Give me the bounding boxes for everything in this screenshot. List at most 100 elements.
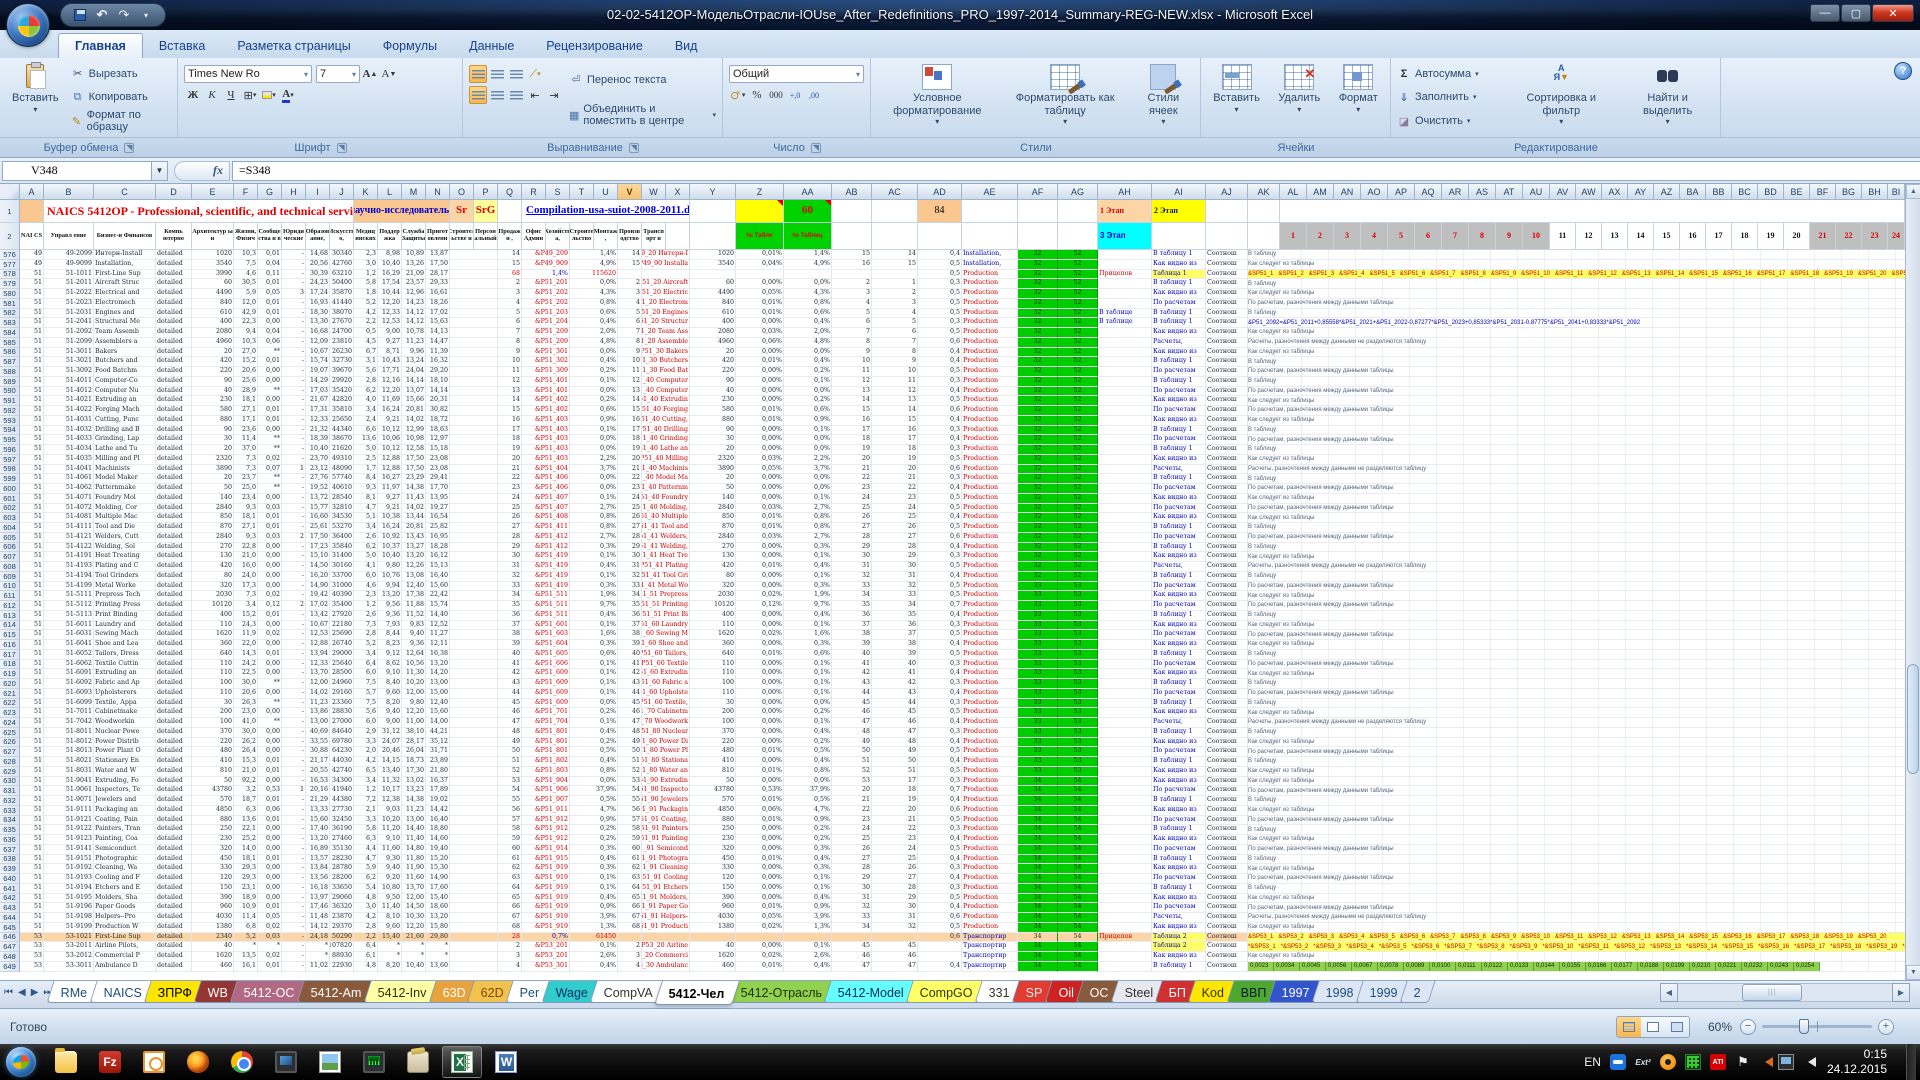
row-header-591[interactable]: 591 — [0, 396, 20, 406]
underline-button[interactable]: Ч — [222, 86, 240, 104]
shrink-font-button[interactable]: A▼ — [380, 65, 398, 83]
col-header-AJ[interactable]: AJ — [1206, 184, 1248, 200]
row-header-641[interactable]: 641 — [0, 884, 20, 894]
vertical-scroll-thumb[interactable] — [1907, 664, 1919, 774]
zoom-level[interactable]: 60% — [1698, 1020, 1732, 1034]
insert-cells-button[interactable]: Вставить▾ — [1207, 62, 1266, 133]
row-header-590[interactable]: 590 — [0, 387, 20, 397]
font-color-button[interactable]: А▾ — [279, 86, 297, 104]
sort-filter-button[interactable]: АЯ▼ Сортировка и фильтр▾ — [1507, 62, 1615, 133]
ribbon-tab-Рецензирование[interactable]: Рецензирование — [530, 34, 659, 58]
row-header-1[interactable]: 1 — [0, 200, 20, 223]
row-header-643[interactable]: 643 — [0, 903, 20, 913]
col-header-M[interactable]: M — [402, 184, 426, 200]
row-header-597[interactable]: 597 — [0, 455, 20, 465]
select-all-corner[interactable] — [0, 184, 20, 200]
row-header-587[interactable]: 587 — [0, 357, 20, 367]
increase-decimal-button[interactable]: +,0 — [786, 86, 804, 104]
taskbar-chrome-icon[interactable] — [222, 1046, 262, 1078]
row-header-578[interactable]: 578 — [0, 270, 20, 280]
col-header-BE[interactable]: BE — [1784, 184, 1810, 200]
row-header-644[interactable]: 644 — [0, 913, 20, 923]
col-header-AM[interactable]: AM — [1307, 184, 1334, 200]
row-header-588[interactable]: 588 — [0, 367, 20, 377]
dialog-launcher-icon[interactable]: ◥ — [811, 143, 821, 153]
col-header-AP[interactable]: AP — [1388, 184, 1415, 200]
help-button[interactable]: ? — [1894, 62, 1912, 80]
sheet-tab-5412-Чел[interactable]: 5412-Чел — [654, 981, 739, 1005]
col-header-AR[interactable]: AR — [1442, 184, 1469, 200]
taskbar-filezilla-icon[interactable]: Fz — [90, 1046, 130, 1078]
dialog-launcher-icon[interactable]: ◥ — [337, 143, 347, 153]
row-header-599[interactable]: 599 — [0, 474, 20, 484]
row-header-596[interactable]: 596 — [0, 445, 20, 455]
ribbon-tab-Вид[interactable]: Вид — [659, 34, 714, 58]
col-header-AL[interactable]: AL — [1280, 184, 1307, 200]
decrease-indent-button[interactable]: ⇤ — [526, 86, 544, 104]
sheet-tab-5412-Отрасль[interactable]: 5412-Отрасль — [726, 981, 837, 1003]
row-header-602[interactable]: 602 — [0, 504, 20, 514]
ext2-icon[interactable]: Ext² — [1635, 1054, 1651, 1070]
align-center-button[interactable] — [488, 86, 506, 104]
increase-indent-button[interactable]: ⇥ — [545, 86, 563, 104]
col-header-AE[interactable]: AE — [962, 184, 1018, 200]
align-bottom-button[interactable] — [507, 65, 525, 83]
zoom-slider-thumb[interactable] — [1799, 1019, 1809, 1034]
col-header-BF[interactable]: BF — [1810, 184, 1836, 200]
dialog-launcher-icon[interactable]: ◥ — [124, 143, 134, 153]
page-layout-view-button[interactable] — [1641, 1017, 1665, 1037]
col-header-Y[interactable]: Y — [690, 184, 736, 200]
accounting-format-button[interactable]: 🜚▾ — [729, 86, 747, 104]
row-header-616[interactable]: 616 — [0, 640, 20, 650]
row-header-646[interactable]: 646 — [0, 933, 20, 943]
volume-icon[interactable] — [1803, 1057, 1816, 1067]
show-desktop-button[interactable] — [1906, 1044, 1916, 1080]
comodo-icon[interactable] — [1660, 1054, 1676, 1070]
orientation-button[interactable]: ⟋▾ — [526, 65, 544, 83]
row-header-648[interactable]: 648 — [0, 952, 20, 962]
col-header-AW[interactable]: AW — [1576, 184, 1602, 200]
row-header-613[interactable]: 613 — [0, 611, 20, 621]
row-header-626[interactable]: 626 — [0, 738, 20, 748]
col-header-AV[interactable]: AV — [1550, 184, 1576, 200]
format-cells-button[interactable]: Формат▾ — [1333, 62, 1384, 133]
col-header-AG[interactable]: AG — [1058, 184, 1098, 200]
row-header-647[interactable]: 647 — [0, 942, 20, 952]
row-header-580[interactable]: 580 — [0, 289, 20, 299]
row-header-631[interactable]: 631 — [0, 786, 20, 796]
row-header-638[interactable]: 638 — [0, 855, 20, 865]
vertical-scrollbar[interactable]: ▲ ▼ — [1905, 184, 1920, 980]
conditional-formatting-button[interactable]: Условное форматирование▾ — [877, 62, 998, 133]
row-header-576[interactable]: 576 — [0, 250, 20, 260]
find-select-button[interactable]: Найти и выделить▾ — [1621, 62, 1714, 133]
row-header-582[interactable]: 582 — [0, 309, 20, 319]
row-header-610[interactable]: 610 — [0, 582, 20, 592]
row-header-618[interactable]: 618 — [0, 660, 20, 670]
row-header-630[interactable]: 630 — [0, 777, 20, 787]
col-header-J[interactable]: J — [330, 184, 354, 200]
comma-button[interactable]: 000 — [767, 86, 785, 104]
taskbar-workstation-icon[interactable] — [266, 1046, 306, 1078]
row-header-615[interactable]: 615 — [0, 630, 20, 640]
col-header-AS[interactable]: AS — [1469, 184, 1496, 200]
row-header-636[interactable]: 636 — [0, 835, 20, 845]
col-header-AI[interactable]: AI — [1152, 184, 1206, 200]
col-header-BH[interactable]: BH — [1862, 184, 1888, 200]
column-headers[interactable]: ABCDEFGHIJKLMNOPQRSTUVWXYZAAABACADAEAFAG… — [0, 184, 1905, 200]
autosum-button[interactable]: ΣАвтосумма ▾ — [1397, 65, 1501, 83]
sheet-tab-5412-Model[interactable]: 5412-Model — [824, 981, 919, 1003]
view-shortcuts[interactable] — [1616, 1016, 1690, 1038]
row-header-633[interactable]: 633 — [0, 806, 20, 816]
clock[interactable]: 0:15 24.12.2015 — [1821, 1047, 1897, 1077]
name-box[interactable]: V348 — [2, 161, 152, 181]
action-center-flag-icon[interactable]: ⚑ — [1735, 1054, 1751, 1070]
start-button[interactable] — [6, 1047, 36, 1077]
zoom-in-button[interactable]: + — [1878, 1019, 1894, 1035]
col-header-W[interactable]: W — [642, 184, 666, 200]
dialog-launcher-icon[interactable]: ◥ — [629, 143, 639, 153]
row-header-642[interactable]: 642 — [0, 894, 20, 904]
row-header-620[interactable]: 620 — [0, 679, 20, 689]
row-header-598[interactable]: 598 — [0, 465, 20, 475]
row-header-612[interactable]: 612 — [0, 601, 20, 611]
italic-button[interactable]: К — [203, 86, 221, 104]
